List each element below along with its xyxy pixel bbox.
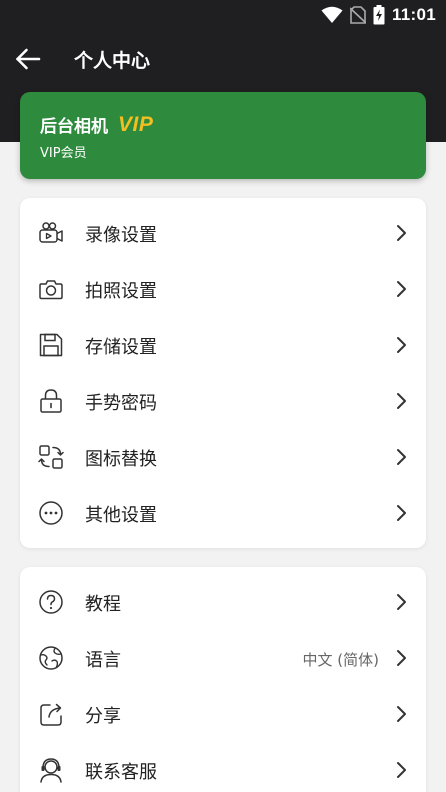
chevron-right-icon xyxy=(397,762,406,778)
vip-title-row: 后台相机 VIP xyxy=(40,112,154,138)
chevron-right-icon xyxy=(397,449,406,465)
settings-card: 录像设置 拍照设置 存储设置 手势密码 图标替换 其他设置 xyxy=(20,198,426,548)
chevron-right-icon xyxy=(397,337,406,353)
status-bar: 11:01 xyxy=(0,0,446,30)
chevron-right-icon xyxy=(397,505,406,521)
status-icons: 11:01 xyxy=(321,4,436,26)
row-label: 其他设置 xyxy=(85,505,157,526)
customer-service-icon xyxy=(40,758,62,783)
vip-card[interactable]: 后台相机 VIP VIP会员 xyxy=(20,92,426,179)
row-label: 分享 xyxy=(85,706,121,727)
video-camera-icon xyxy=(39,222,63,243)
row-label: 教程 xyxy=(85,594,121,615)
row-label: 语言 xyxy=(85,650,121,671)
row-gesture-password[interactable]: 手势密码 xyxy=(20,373,426,429)
row-storage-settings[interactable]: 存储设置 xyxy=(20,317,426,373)
vip-app-name: 后台相机 xyxy=(40,117,108,137)
row-customer-service[interactable]: 联系客服 xyxy=(20,742,426,792)
row-label: 拍照设置 xyxy=(85,281,157,302)
battery-charging-icon xyxy=(373,5,385,25)
chevron-right-icon xyxy=(397,393,406,409)
chevron-right-icon xyxy=(397,650,406,666)
camera-icon xyxy=(39,280,63,300)
misc-card: 教程 语言 中文 (简体) 分享 联系客服 xyxy=(20,567,426,792)
save-disk-icon xyxy=(39,333,63,357)
status-time: 11:01 xyxy=(391,5,436,24)
title-bar: 个人中心 xyxy=(0,38,446,80)
arrow-left-icon xyxy=(16,48,41,70)
row-photo-settings[interactable]: 拍照设置 xyxy=(20,261,426,317)
row-icon-replace[interactable]: 图标替换 xyxy=(20,429,426,485)
no-sim-icon xyxy=(349,6,366,24)
language-value: 中文 (简体) xyxy=(302,651,379,669)
chevron-right-icon xyxy=(397,594,406,610)
wifi-icon xyxy=(321,6,343,23)
icon-swap-icon xyxy=(38,445,64,469)
help-circle-icon xyxy=(39,590,63,614)
chevron-right-icon xyxy=(397,706,406,722)
row-label: 录像设置 xyxy=(85,225,157,246)
share-icon xyxy=(40,703,62,726)
lock-icon xyxy=(40,389,62,413)
row-share[interactable]: 分享 xyxy=(20,686,426,742)
row-tutorial[interactable]: 教程 xyxy=(20,574,426,630)
more-circle-icon xyxy=(39,501,63,525)
row-video-settings[interactable]: 录像设置 xyxy=(20,205,426,261)
row-other-settings[interactable]: 其他设置 xyxy=(20,485,426,541)
globe-icon xyxy=(39,646,63,670)
row-label: 联系客服 xyxy=(85,762,157,783)
row-label: 手势密码 xyxy=(85,393,157,414)
row-label: 存储设置 xyxy=(85,337,157,358)
row-language[interactable]: 语言 中文 (简体) xyxy=(20,630,426,686)
page-title: 个人中心 xyxy=(74,50,151,72)
back-button[interactable] xyxy=(10,42,46,76)
chevron-right-icon xyxy=(397,225,406,241)
vip-subtitle: VIP会员 xyxy=(40,146,87,161)
vip-badge: VIP xyxy=(118,112,154,136)
chevron-right-icon xyxy=(397,281,406,297)
row-label: 图标替换 xyxy=(85,449,157,470)
